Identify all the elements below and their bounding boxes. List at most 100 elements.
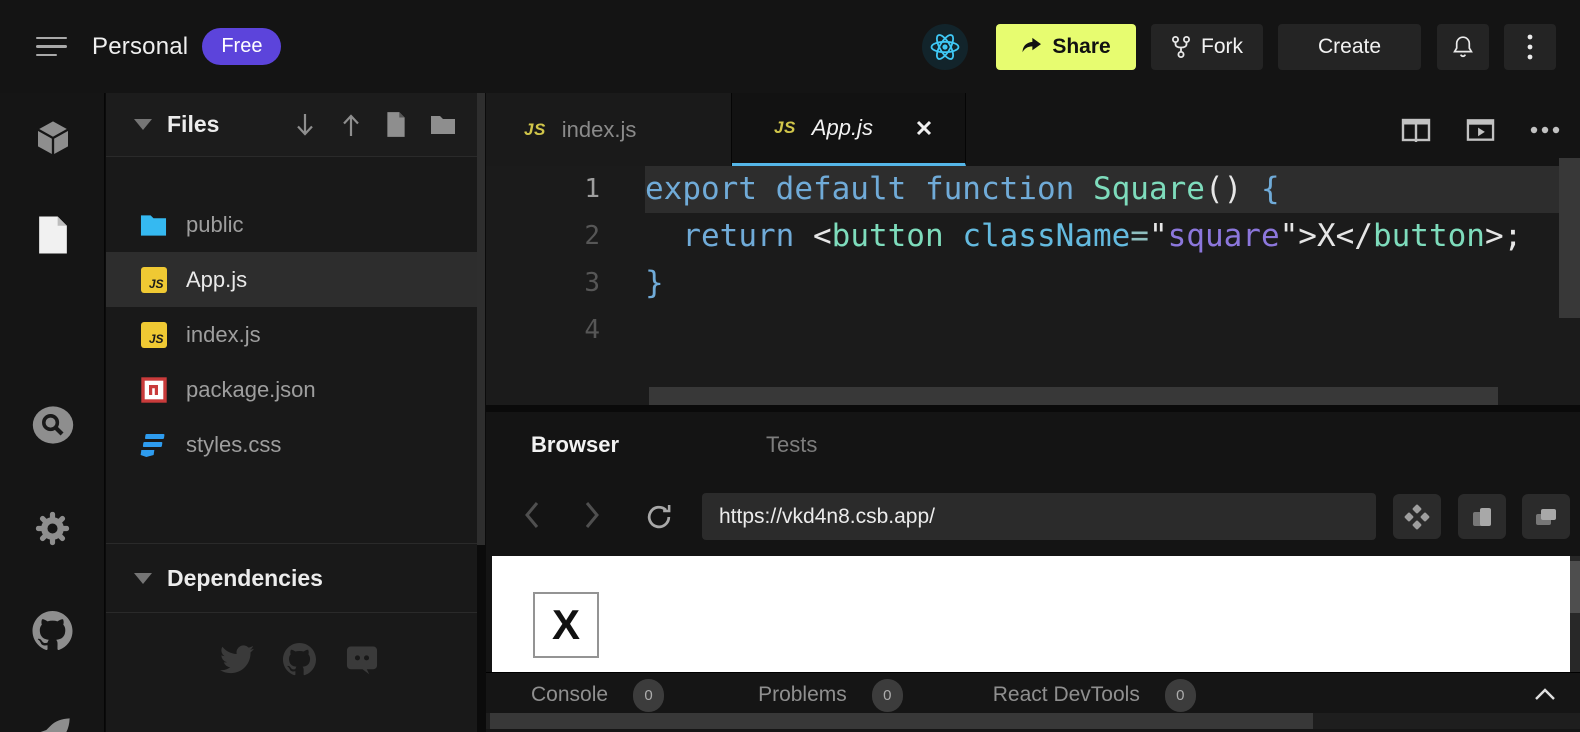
new-folder-icon[interactable] <box>429 113 457 137</box>
share-button-label: Share <box>1052 35 1110 59</box>
editor-tab-index.js[interactable]: JSindex.js <box>486 93 732 166</box>
bell-icon <box>1451 34 1475 60</box>
chevron-down-icon <box>134 573 152 584</box>
notifications-button[interactable] <box>1437 24 1489 70</box>
dependencies-section-header[interactable]: Dependencies <box>106 543 477 613</box>
line-number: 2 <box>486 213 600 260</box>
code-token: return <box>682 218 794 254</box>
file-label: package.json <box>186 377 316 403</box>
fork-button[interactable]: Fork <box>1151 24 1263 70</box>
plan-badge: Free <box>202 28 281 65</box>
editor-tab-App.js[interactable]: JS App.js <box>732 93 966 166</box>
file-row-public[interactable]: public <box>106 197 477 252</box>
devtools-scrollbar-track[interactable] <box>486 713 1580 729</box>
editor-tabbar: JSindex.js JS App.js <box>486 93 1580 166</box>
code-content: } <box>645 260 1580 307</box>
responsive-preview-icon[interactable] <box>1458 494 1506 539</box>
tab-browser[interactable]: Browser <box>531 432 619 458</box>
code-token: { <box>1261 171 1280 207</box>
panel-divider[interactable] <box>486 405 1580 412</box>
code-token: Square <box>1093 171 1205 207</box>
code-token: X <box>1317 218 1336 254</box>
cube-icon[interactable] <box>0 118 105 158</box>
share-button[interactable]: Share <box>996 24 1136 70</box>
count-badge: 0 <box>633 679 664 712</box>
code-line-2: 2 return <button className="square">X</b… <box>486 213 1580 260</box>
code-line-4: 4 <box>486 307 1580 354</box>
code-token: function <box>925 171 1074 207</box>
code-token: } <box>645 265 664 301</box>
devtools-tab-label: Problems <box>758 683 847 707</box>
file-label: styles.css <box>186 432 281 458</box>
new-file-icon[interactable] <box>385 111 407 138</box>
folder-icon <box>140 213 167 236</box>
files-scrollbar-thumb[interactable] <box>477 93 485 545</box>
code-token: button <box>832 218 944 254</box>
file-label: public <box>186 212 243 238</box>
code-content: return <button className="square">X</but… <box>645 213 1580 260</box>
file-row-package.json[interactable]: package.json <box>106 362 477 417</box>
back-icon[interactable] <box>524 500 540 530</box>
rocket-icon[interactable] <box>0 715 105 732</box>
diamond-grid-icon[interactable] <box>1393 494 1441 539</box>
twitter-icon[interactable] <box>220 645 254 675</box>
devtools-tab-react-devtools[interactable]: React DevTools0 <box>993 679 1196 712</box>
create-button-label: Create <box>1318 35 1381 59</box>
devtools-tab-problems[interactable]: Problems0 <box>758 679 903 712</box>
devtools-scrollbar-thumb[interactable] <box>490 713 1313 729</box>
square-button[interactable]: X <box>533 592 599 658</box>
devtools-tab-label: React DevTools <box>993 683 1140 707</box>
files-section-header[interactable]: Files <box>106 93 477 157</box>
popout-icon[interactable] <box>1522 494 1570 539</box>
react-logo-icon <box>922 24 968 70</box>
code-token: button <box>1373 218 1485 254</box>
github-icon[interactable] <box>283 643 316 676</box>
close-icon[interactable] <box>915 119 933 137</box>
code-token: export <box>645 171 757 207</box>
tab-label: App.js <box>812 115 873 141</box>
line-number: 3 <box>486 260 600 307</box>
more-menu-button[interactable] <box>1504 24 1556 70</box>
url-input[interactable] <box>702 493 1376 540</box>
editor-hscrollbar-thumb[interactable] <box>649 387 1498 405</box>
code-token: className <box>962 218 1130 254</box>
forward-icon[interactable] <box>584 500 600 530</box>
chevron-up-icon[interactable] <box>1534 687 1556 701</box>
create-button[interactable]: Create <box>1278 24 1421 70</box>
css-icon <box>140 431 167 458</box>
preview-window-icon[interactable] <box>1466 117 1495 143</box>
preview-scrollbar-track[interactable] <box>1570 556 1580 672</box>
search-icon[interactable] <box>0 405 105 445</box>
discord-icon[interactable] <box>345 645 379 675</box>
devtools-tab-console[interactable]: Console0 <box>531 679 664 712</box>
tab-tests[interactable]: Tests <box>766 432 817 458</box>
code-token <box>1242 171 1261 207</box>
refresh-icon[interactable] <box>644 502 674 532</box>
code-token: < <box>813 218 832 254</box>
github-icon[interactable] <box>0 611 105 651</box>
kebab-menu-icon <box>1527 34 1533 60</box>
file-row-App.js[interactable]: JSApp.js <box>106 252 477 307</box>
code-token <box>1074 171 1093 207</box>
menu-icon[interactable] <box>36 33 70 61</box>
code-token: > <box>1298 218 1317 254</box>
code-token: " <box>1149 218 1168 254</box>
ellipsis-icon[interactable] <box>1530 126 1560 134</box>
file-explorer-icon[interactable] <box>0 215 105 255</box>
code-editor[interactable]: 1export default function Square() {2 ret… <box>486 166 1580 405</box>
tab-label: index.js <box>562 117 637 143</box>
split-view-icon[interactable] <box>1401 117 1431 143</box>
editor-vscrollbar-thumb[interactable] <box>1559 158 1580 318</box>
upload-arrow-icon[interactable] <box>339 111 363 139</box>
devtools-bar: Console0Problems0React DevTools0 <box>486 672 1580 732</box>
preview-scrollbar-thumb[interactable] <box>1570 561 1580 613</box>
npm-icon <box>141 377 167 403</box>
settings-gear-icon[interactable] <box>0 509 105 548</box>
download-arrow-icon[interactable] <box>293 111 317 139</box>
file-row-styles.css[interactable]: styles.css <box>106 417 477 472</box>
file-row-index.js[interactable]: JSindex.js <box>106 307 477 362</box>
file-list: public JSApp.jsJSindex.js package.json styl… <box>106 197 477 472</box>
js-file-icon: JS <box>774 118 796 138</box>
code-token: default <box>776 171 907 207</box>
workspace-name[interactable]: Personal <box>92 33 188 61</box>
